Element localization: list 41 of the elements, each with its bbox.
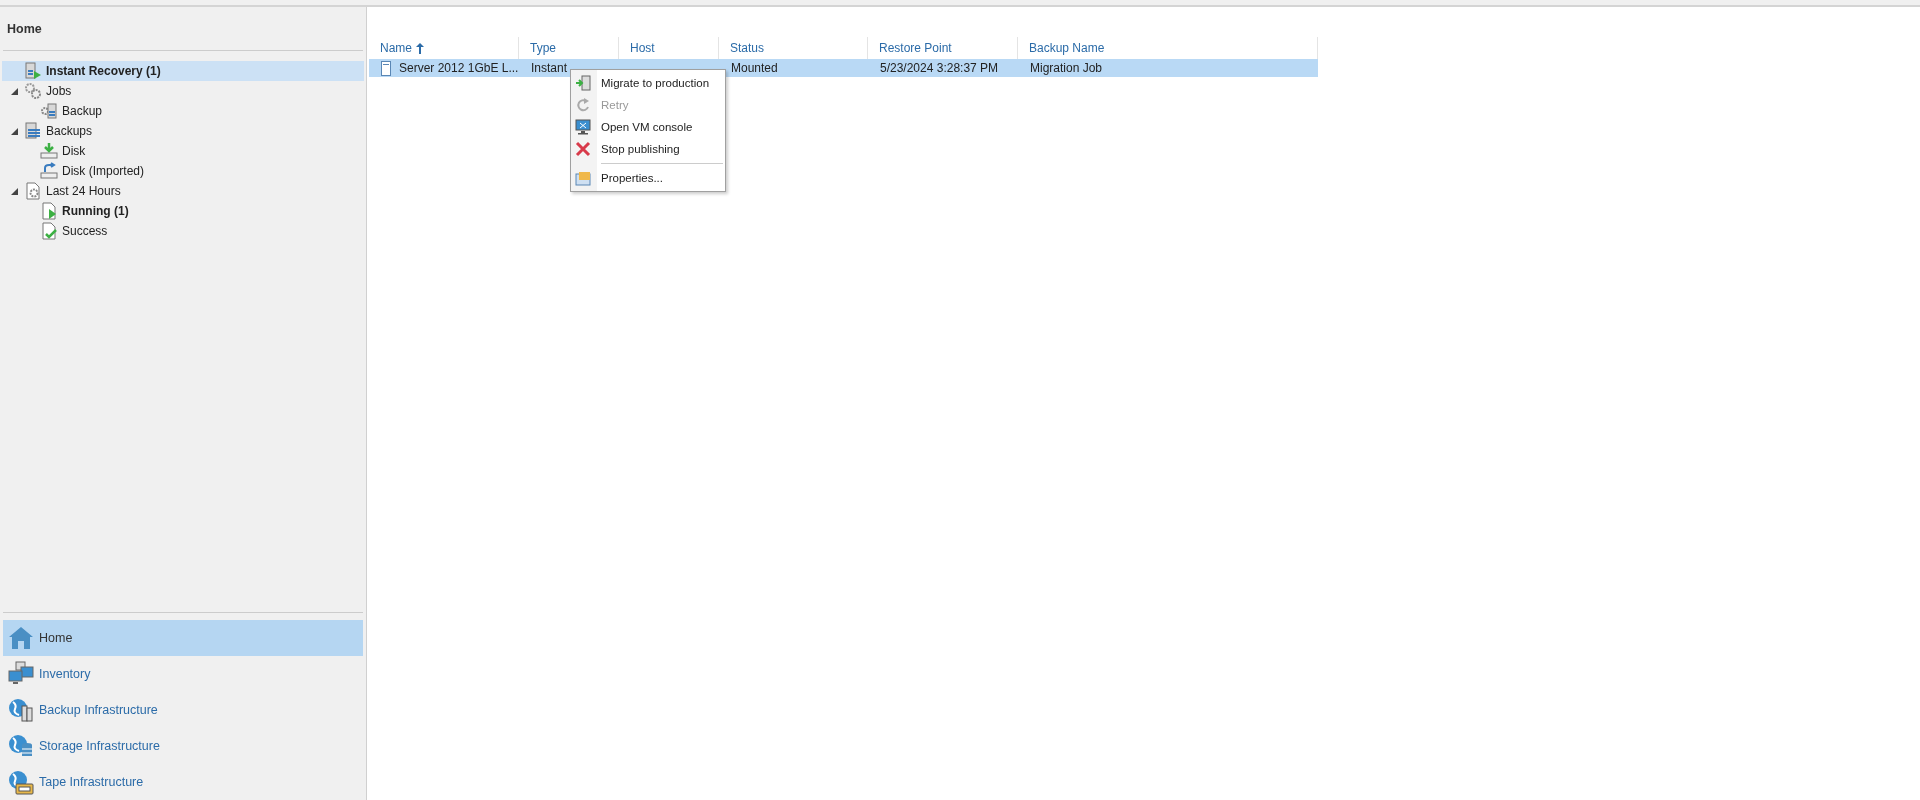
server-arrow-icon (575, 75, 591, 91)
globe-icon (8, 769, 34, 795)
house-icon (8, 625, 34, 651)
tree-item[interactable]: Running (1) (2, 201, 364, 221)
nav-item[interactable]: Tape Infrastructure (3, 764, 363, 800)
nav-item[interactable]: Backup Infrastructure (3, 692, 363, 728)
menu-item[interactable]: Stop publishing (571, 138, 725, 160)
monitor-icon (575, 119, 591, 135)
folder-icon (575, 170, 591, 186)
tree-item[interactable]: Disk (Imported) (2, 161, 364, 181)
table-cell: Server 2012 1GbE L... (399, 61, 519, 75)
tree-item[interactable]: Last 24 Hours (2, 181, 364, 201)
tree-item[interactable]: Backup (2, 101, 364, 121)
expand-arrow-icon[interactable] (10, 127, 18, 135)
tree-item[interactable]: Disk (2, 141, 364, 161)
disk-icon (40, 142, 58, 160)
expand-arrow-icon[interactable] (10, 87, 18, 95)
refresh-icon (575, 97, 591, 113)
nav-item[interactable]: Home (3, 620, 363, 656)
tree-item[interactable]: Jobs (2, 81, 364, 101)
table-cell: Mounted (731, 61, 778, 75)
table-cell: Instant (531, 61, 568, 75)
menu-item[interactable]: Properties... (571, 167, 725, 189)
tree-item[interactable]: Backups (2, 121, 364, 141)
expand-arrow-icon[interactable] (10, 187, 18, 195)
menu-item[interactable]: Open VM console (571, 116, 725, 138)
nav-item[interactable]: Storage Infrastructure (3, 728, 363, 764)
tree-item[interactable]: Instant Recovery (1) (2, 61, 364, 81)
disk-icon (40, 162, 58, 180)
nav-item[interactable]: Inventory (3, 656, 363, 692)
table-cell: 5/23/2024 3:28:37 PM (880, 61, 999, 75)
close-icon (575, 141, 591, 157)
panel-title: Home (7, 21, 42, 36)
table-row[interactable]: Server 2012 1GbE L... Instant Mounted 5/23/2024 3:28:37 PM Migration Job (369, 59, 1318, 77)
server-icon (381, 60, 391, 76)
tree-item[interactable]: Success (2, 221, 364, 241)
globe-icon (8, 733, 34, 759)
globe-icon (8, 697, 34, 723)
table-cell: Migration Job (1030, 61, 1103, 75)
computers-icon (8, 661, 34, 687)
gears-icon (24, 82, 42, 100)
